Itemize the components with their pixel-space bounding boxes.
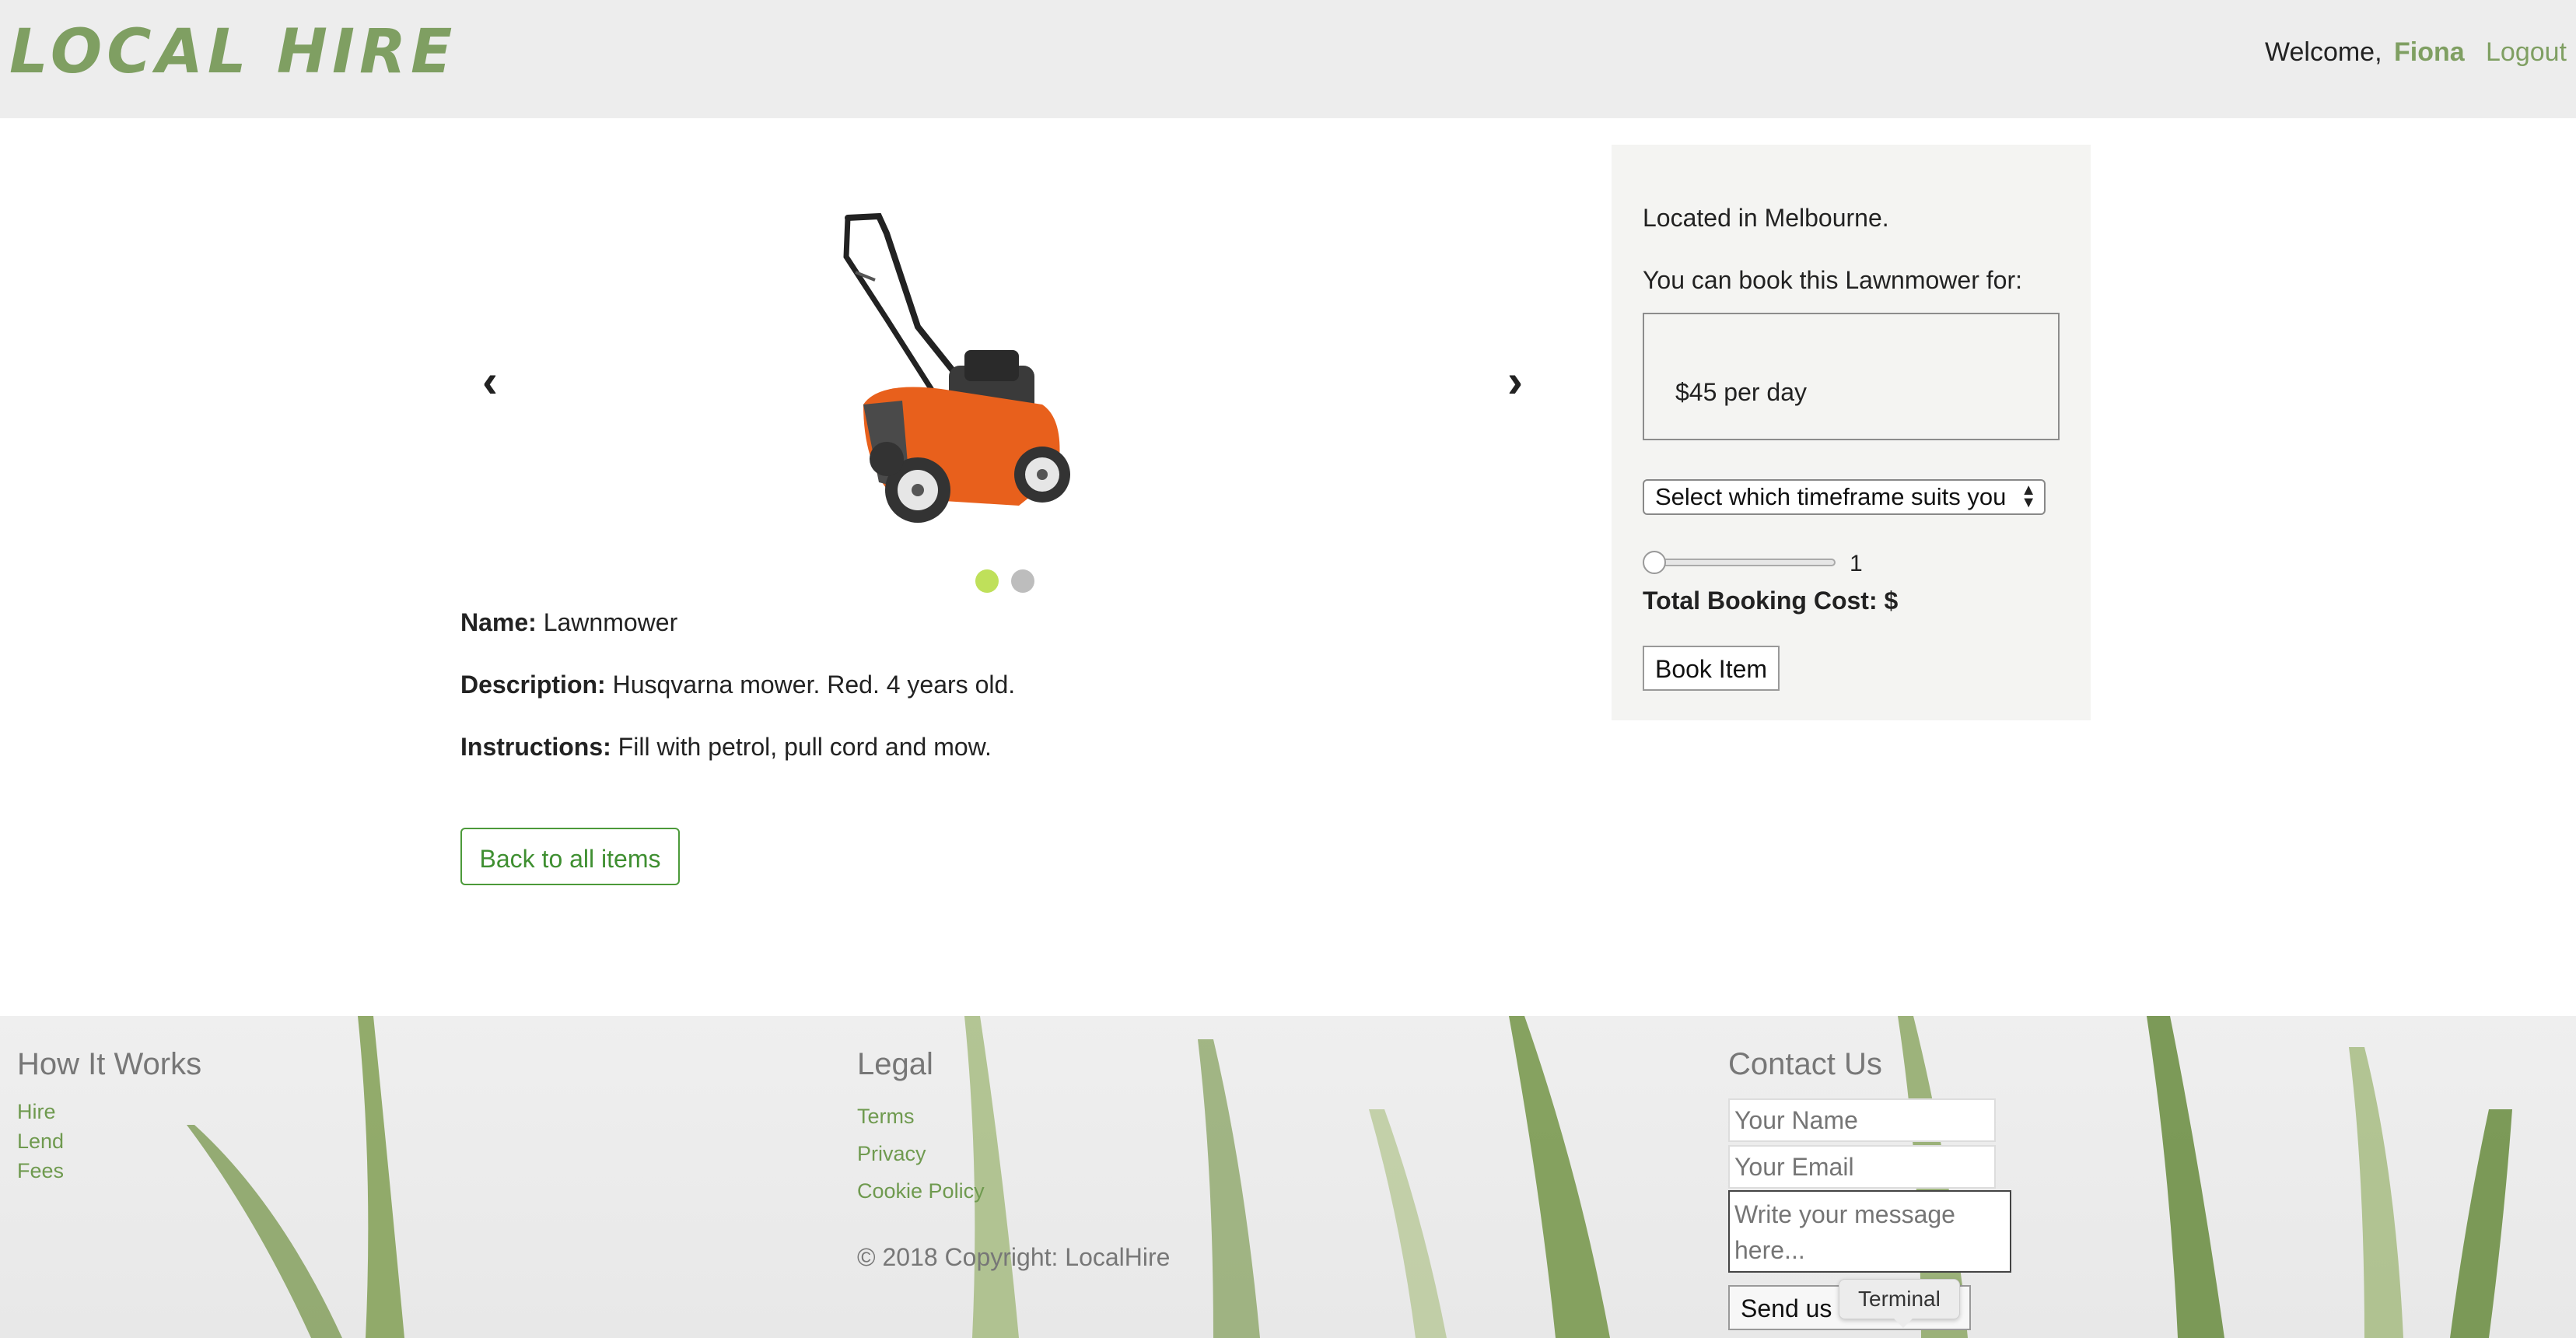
item-name: Name: Lawnmower xyxy=(460,608,677,637)
item-instructions-value: Fill with petrol, pull cord and mow. xyxy=(618,733,992,761)
item-name-label: Name: xyxy=(460,608,537,636)
grass-background-image xyxy=(187,1016,2512,1338)
carousel-dot-1[interactable] xyxy=(975,569,999,593)
welcome-text: Welcome, xyxy=(2265,37,2382,67)
footer-link-lend[interactable]: Lend xyxy=(17,1130,64,1154)
carousel-prev-button[interactable]: ‹ xyxy=(482,354,498,408)
price-text: $45 per day xyxy=(1675,378,1808,406)
price-box: $45 per day xyxy=(1643,313,2060,440)
logout-link[interactable]: Logout xyxy=(2486,37,2567,68)
copyright-text: © 2018 Copyright: LocalHire xyxy=(857,1243,1171,1271)
duration-slider-thumb[interactable] xyxy=(1643,551,1666,574)
footer-link-privacy[interactable]: Privacy xyxy=(857,1142,926,1166)
item-location: Located in Melbourne. xyxy=(1643,204,1889,232)
footer-link-terms[interactable]: Terms xyxy=(857,1105,915,1129)
site-footer: How It Works Hire Lend Fees Legal Terms … xyxy=(0,1016,2576,1338)
contact-name-input[interactable] xyxy=(1728,1098,1996,1142)
footer-link-hire[interactable]: Hire xyxy=(17,1100,56,1124)
total-booking-cost: Total Booking Cost: $ xyxy=(1643,587,1899,615)
contact-email-input[interactable] xyxy=(1728,1145,1996,1189)
contact-message-textarea[interactable] xyxy=(1728,1190,2011,1273)
contact-us-heading: Contact Us xyxy=(1728,1047,1882,1081)
item-instructions: Instructions: Fill with petrol, pull cor… xyxy=(460,733,992,762)
site-header: LOCAL HIRE Welcome, Fiona Logout xyxy=(0,0,2576,118)
item-name-value: Lawnmower xyxy=(543,608,678,636)
item-description-value: Husqvarna mower. Red. 4 years old. xyxy=(612,671,1016,699)
item-description-label: Description: xyxy=(460,671,606,699)
booking-prompt: You can book this Lawnmower for: xyxy=(1643,266,2022,294)
legal-heading: Legal xyxy=(857,1047,933,1081)
item-instructions-label: Instructions: xyxy=(460,733,611,761)
select-arrows-icon: ▲ ▼ xyxy=(2021,482,2036,511)
footer-link-cookie-policy[interactable]: Cookie Policy xyxy=(857,1179,985,1203)
user-name-link[interactable]: Fiona xyxy=(2394,37,2465,68)
item-description: Description: Husqvarna mower. Red. 4 yea… xyxy=(460,671,1015,699)
carousel-dot-2[interactable] xyxy=(1011,569,1034,593)
duration-slider-value: 1 xyxy=(1850,551,1863,576)
booking-panel: Located in Melbourne. You can book this … xyxy=(1612,145,2091,720)
timeframe-select-value: Select which timeframe suits you xyxy=(1655,483,2007,510)
carousel-next-button[interactable]: › xyxy=(1507,354,1523,408)
how-it-works-heading: How It Works xyxy=(17,1047,202,1081)
timeframe-select[interactable]: Select which timeframe suits you ▲ ▼ xyxy=(1643,479,2046,515)
duration-slider-track[interactable] xyxy=(1652,559,1836,566)
book-item-button[interactable]: Book Item xyxy=(1643,646,1780,691)
back-to-items-button[interactable]: Back to all items xyxy=(460,828,680,885)
terminal-tooltip: Terminal xyxy=(1839,1279,1960,1328)
lawnmower-image xyxy=(843,212,1070,523)
site-logo[interactable]: LOCAL HIRE xyxy=(9,17,457,87)
footer-link-fees[interactable]: Fees xyxy=(17,1159,64,1183)
